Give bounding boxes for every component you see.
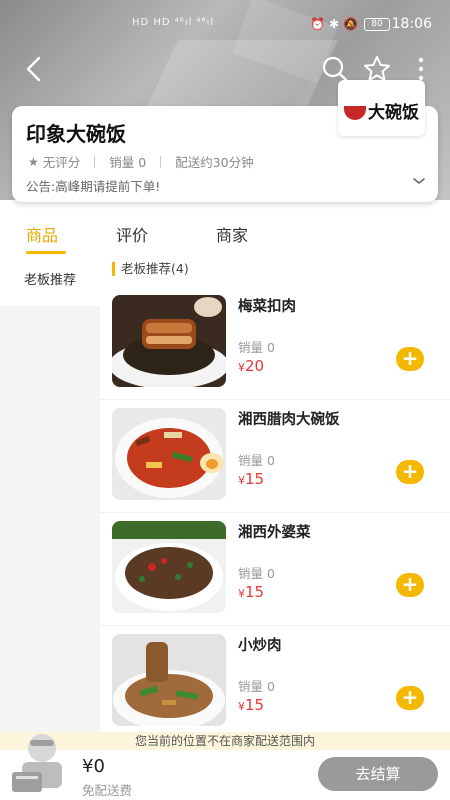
bowl-icon [344,106,366,120]
divider [160,155,162,168]
active-tab-indicator [26,251,66,254]
tab-products[interactable]: 商品 [26,222,58,246]
add-to-cart-button[interactable]: + [396,573,424,597]
currency-symbol: ¥ [238,700,245,713]
product-image[interactable] [112,295,226,387]
add-to-cart-button[interactable]: + [396,686,424,710]
store-notice[interactable]: 公告:高峰期请提前下单! [26,176,160,195]
currency-symbol: ¥ [238,361,245,374]
product-sales: 销量 0 [238,679,275,694]
delivery-time: 配送约30分钟 [175,155,254,170]
rating-star-icon: ★ [28,154,39,169]
status-icons: ⏰ ✱ 🔕 [310,17,358,31]
checkout-button[interactable]: 去结算 [318,757,438,791]
product-name: 小炒肉 [238,638,282,654]
store-sales: 销量 0 [109,155,147,170]
product-price: ¥15 [238,696,264,714]
add-to-cart-button[interactable]: + [396,347,424,371]
tab-reviews[interactable]: 评价 [116,222,148,246]
store-name: 印象大碗饭 [26,122,126,146]
product-item[interactable]: 小炒肉 销量 0 ¥15 + [100,626,450,739]
price-value: 15 [245,696,265,714]
section-title: 老板推荐(4) [112,262,189,276]
price-value: 20 [245,357,265,375]
store-meta: ★ 无评分 销量 0 配送约30分钟 [28,152,254,171]
product-item[interactable]: 湘西腊肉大碗饭 销量 0 ¥15 + [100,400,450,513]
currency-symbol: ¥ [238,587,245,600]
tab-bar: 商品 评价 商家 [0,222,450,260]
battery-icon: 80 [364,18,390,31]
tab-merchant[interactable]: 商家 [216,222,248,246]
clock: 18:06 [391,16,432,32]
status-bar: HD HD ⁴⁶ıl ⁴⁶ıl ⏰ ✱ 🔕 80 18:06 [0,0,450,52]
product-sales: 销量 0 [238,566,275,581]
product-name: 湘西腊肉大碗饭 [238,412,340,428]
currency-symbol: ¥ [238,474,245,487]
category-sidebar: 老板推荐 [0,262,100,732]
product-price: ¥20 [238,357,264,375]
store-rating: 无评分 [42,155,81,170]
divider [94,155,96,168]
network-indicators: HD HD ⁴⁶ıl ⁴⁶ıl [132,17,215,28]
product-image[interactable] [112,408,226,500]
cart-bar: ¥0 免配送费 去结算 [0,734,450,800]
cart-total: ¥0 [82,756,105,777]
product-price: ¥15 [238,583,264,601]
delivery-fee: 免配送费 [82,783,133,798]
back-icon[interactable] [20,54,50,84]
product-name: 梅菜扣肉 [238,299,296,315]
product-image[interactable] [112,634,226,726]
product-item[interactable]: 梅菜扣肉 销量 0 ¥20 + [100,287,450,400]
logo-text: 大碗饭 [368,103,419,123]
product-sales: 销量 0 [238,340,275,355]
product-item[interactable]: 湘西外婆菜 销量 0 ¥15 + [100,513,450,626]
product-price: ¥15 [238,470,264,488]
chevron-down-icon[interactable] [412,176,426,186]
price-value: 15 [245,583,265,601]
product-image[interactable] [112,521,226,613]
add-to-cart-button[interactable]: + [396,460,424,484]
sidebar-item-boss-recommend[interactable]: 老板推荐 [0,262,100,306]
product-name: 湘西外婆菜 [238,525,311,541]
price-value: 15 [245,470,265,488]
product-sales: 销量 0 [238,453,275,468]
store-logo: 大碗饭 [338,80,425,136]
delivery-person-icon[interactable] [8,732,72,798]
